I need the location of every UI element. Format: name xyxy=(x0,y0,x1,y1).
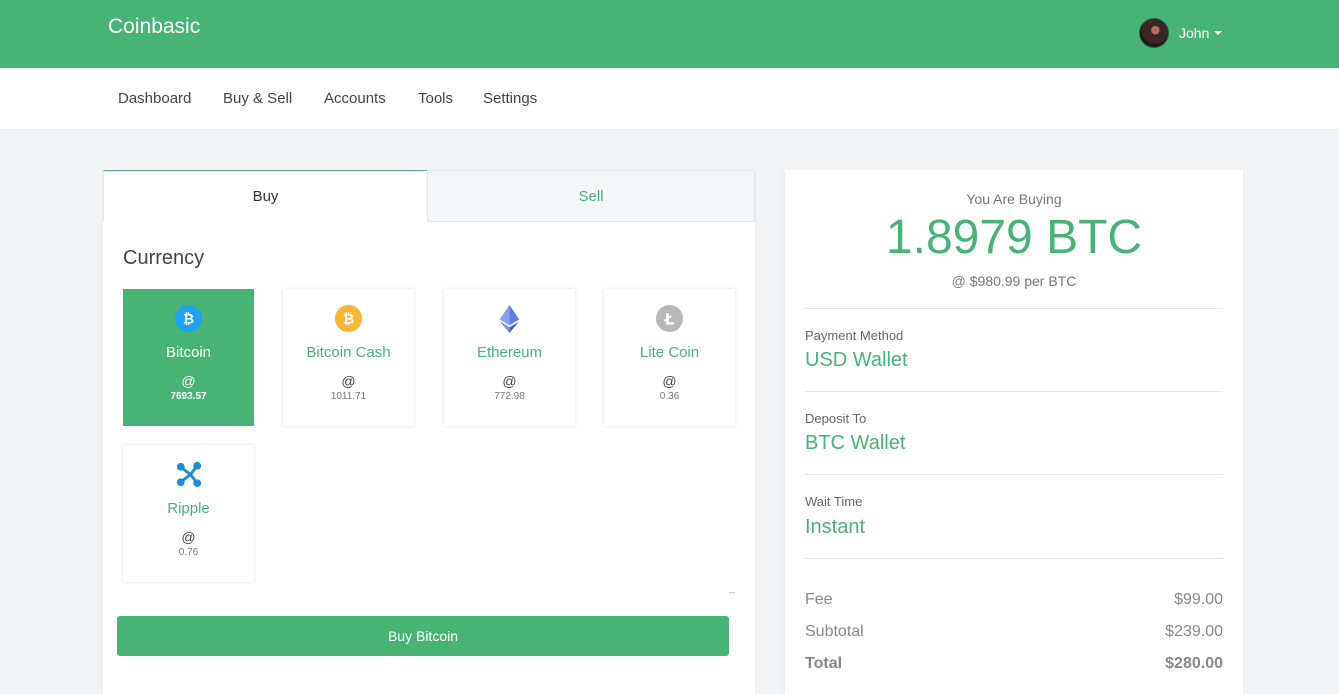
divider xyxy=(805,308,1223,309)
buy-bitcoin-button[interactable]: Buy Bitcoin xyxy=(117,616,729,656)
deposit-to-value[interactable]: BTC Wallet xyxy=(805,432,905,455)
coin-card-litecoin[interactable]: Ł Lite Coin @ 0.36 xyxy=(604,289,735,426)
nav-accounts[interactable]: Accounts xyxy=(324,90,386,107)
coin-at-symbol: @ xyxy=(181,529,196,545)
bitcoin-cash-icon: ₿ xyxy=(334,304,363,333)
wait-time-value: Instant xyxy=(805,516,866,538)
fee-row: Fee $99.00 xyxy=(805,591,1223,609)
coin-name: Bitcoin Cash xyxy=(306,344,391,361)
summary-rate: @ $980.99 per BTC xyxy=(951,273,1077,289)
coin-card-ethereum[interactable]: Ethereum @ 772.98 xyxy=(444,289,575,426)
payment-method-value[interactable]: USD Wallet xyxy=(805,349,908,372)
main-nav: Dashboard Buy & Sell Accounts Tools Sett… xyxy=(0,68,1339,130)
order-summary-panel: You Are Buying 1.8979 BTC @ $980.99 per … xyxy=(785,170,1243,694)
wait-time-label: Wait Time xyxy=(805,494,863,509)
fee-value: $99.00 xyxy=(1174,591,1223,608)
divider xyxy=(805,474,1223,475)
divider xyxy=(729,592,735,593)
nav-dashboard[interactable]: Dashboard xyxy=(118,90,191,107)
total-row: Total $280.00 xyxy=(805,655,1223,673)
nav-settings[interactable]: Settings xyxy=(483,90,537,107)
nav-buy-sell[interactable]: Buy & Sell xyxy=(223,90,292,107)
subtotal-label: Subtotal xyxy=(805,623,864,640)
tab-buy[interactable]: Buy xyxy=(103,170,427,222)
trade-panel: Buy Sell Currency ₿ Bitcoin @ 7693.57 ₿ … xyxy=(103,170,755,694)
total-label: Total xyxy=(805,655,843,672)
svg-text:Ł: Ł xyxy=(664,310,675,328)
currency-title: Currency xyxy=(123,247,205,269)
subtotal-value: $239.00 xyxy=(1165,623,1223,640)
litecoin-icon: Ł xyxy=(655,304,684,333)
coin-price: 772.98 xyxy=(494,391,525,402)
coin-price: 1011.71 xyxy=(330,391,367,402)
summary-amount: 1.8979 BTC xyxy=(885,211,1143,264)
summary-caption: You Are Buying xyxy=(966,191,1062,207)
coin-price: 7693.57 xyxy=(170,391,207,402)
user-name: John xyxy=(1179,25,1210,41)
coin-name: Bitcoin xyxy=(165,344,212,361)
nav-tools[interactable]: Tools xyxy=(418,90,453,107)
divider xyxy=(805,391,1223,392)
ripple-icon xyxy=(176,461,202,488)
brand-logo[interactable]: Coinbasic xyxy=(108,15,200,39)
top-bar: Coinbasic John xyxy=(0,0,1339,68)
coin-price: 0.36 xyxy=(659,391,680,402)
divider xyxy=(805,558,1223,559)
svg-text:₿: ₿ xyxy=(343,311,354,327)
payment-method-label: Payment Method xyxy=(805,328,904,343)
coin-card-ripple[interactable]: Ripple @ 0.76 xyxy=(123,445,254,582)
bitcoin-icon: ₿ xyxy=(174,304,203,333)
coin-name: Lite Coin xyxy=(639,344,700,361)
total-value: $280.00 xyxy=(1165,655,1223,672)
coin-at-symbol: @ xyxy=(341,373,356,389)
coin-name: Ethereum xyxy=(476,344,543,361)
coin-at-symbol: @ xyxy=(662,373,677,389)
svg-text:₿: ₿ xyxy=(183,311,194,327)
deposit-to-label: Deposit To xyxy=(805,411,867,426)
coin-at-symbol: @ xyxy=(181,373,196,389)
coin-price: 0.76 xyxy=(178,547,199,558)
ethereum-icon xyxy=(499,304,520,333)
fee-label: Fee xyxy=(805,591,833,608)
coin-card-bitcoin[interactable]: ₿ Bitcoin @ 7693.57 xyxy=(123,289,254,426)
user-menu[interactable]: John xyxy=(1139,18,1223,48)
avatar xyxy=(1139,18,1169,48)
tab-sell[interactable]: Sell xyxy=(427,170,755,222)
coin-name: Ripple xyxy=(167,500,210,517)
coin-at-symbol: @ xyxy=(502,373,517,389)
subtotal-row: Subtotal $239.00 xyxy=(805,623,1223,641)
chevron-down-icon xyxy=(1214,31,1223,35)
coin-card-bitcoin-cash[interactable]: ₿ Bitcoin Cash @ 1011.71 xyxy=(283,289,414,426)
